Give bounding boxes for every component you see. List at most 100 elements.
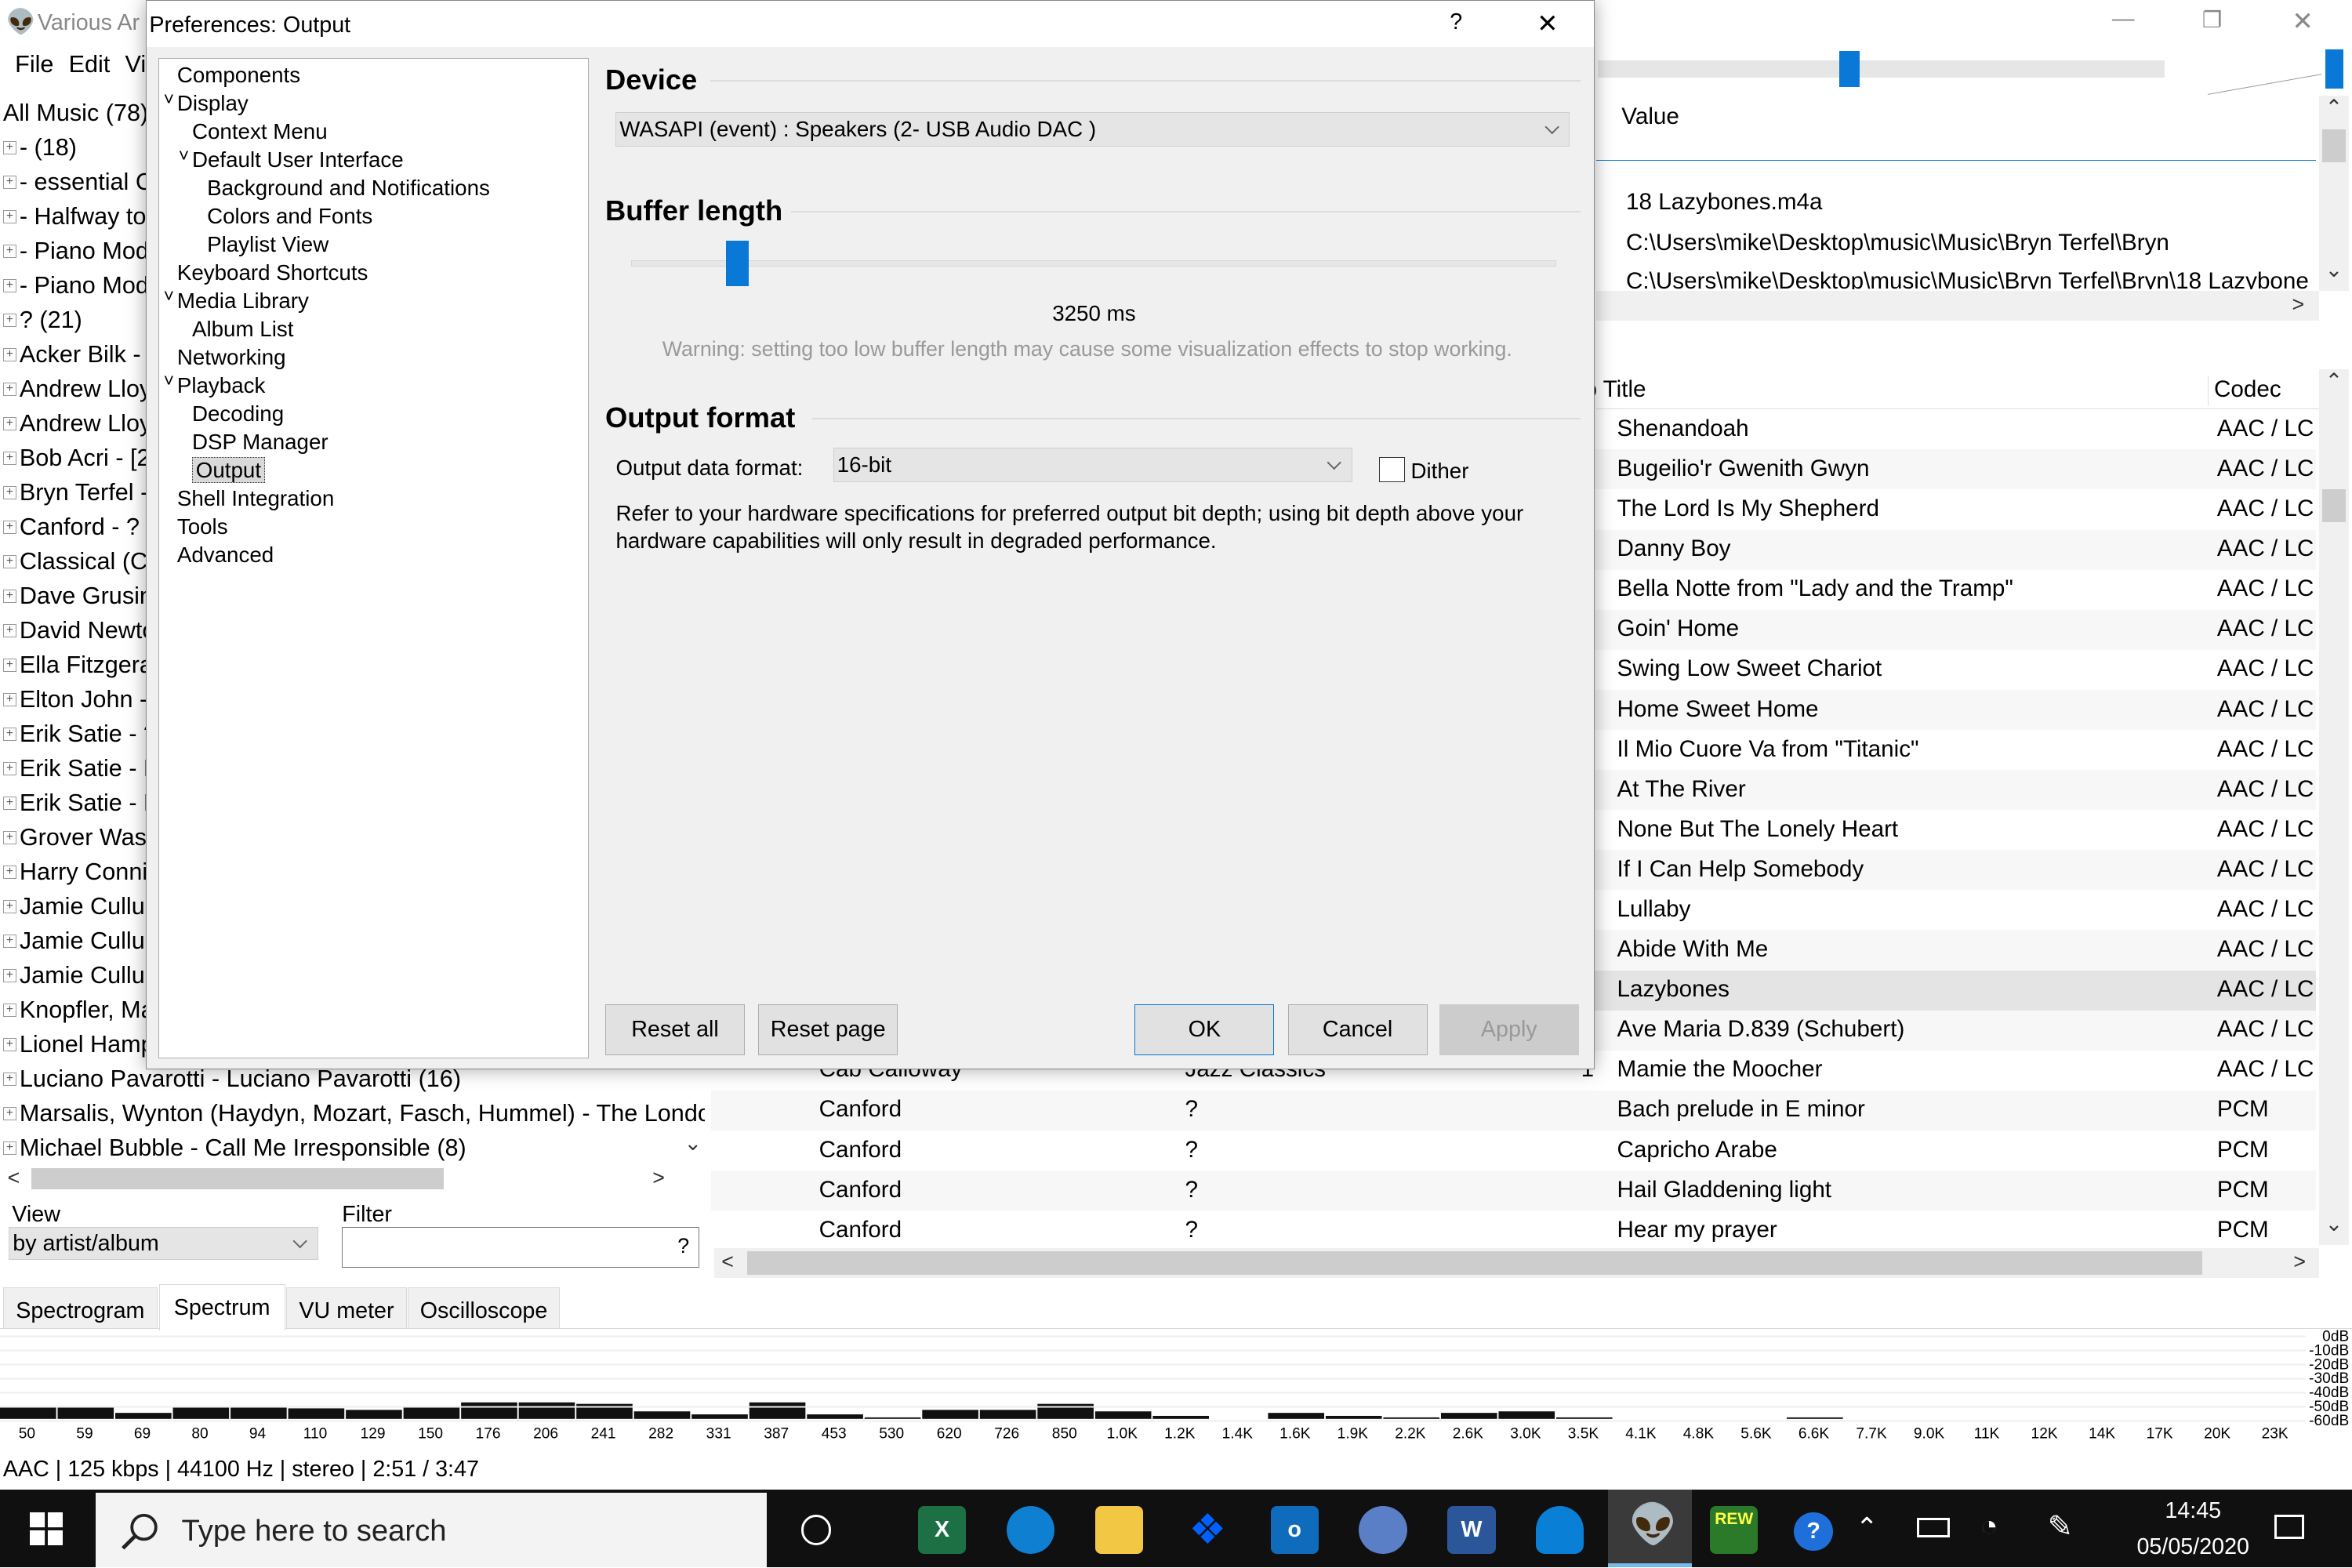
tree-item[interactable]: ˅ Media Library	[164, 285, 309, 314]
windows-start-icon[interactable]	[30, 1512, 64, 1545]
tree-item[interactable]: ˅ Playback	[164, 370, 266, 398]
library-hscroll[interactable]: < >	[8, 1166, 675, 1192]
value-column-header[interactable]: Value	[1621, 103, 1679, 130]
playlist-row[interactable]: Canford? Capricho Arabe PCM	[711, 1131, 2316, 1171]
outlook-icon[interactable]: o	[1270, 1505, 1319, 1555]
tree-item[interactable]: Shell Integration	[177, 486, 334, 511]
onedrive-icon[interactable]	[1536, 1505, 1584, 1555]
expand-icon[interactable]: +	[2, 1142, 17, 1156]
expand-icon[interactable]: +	[2, 693, 17, 707]
reset-page-button[interactable]: Reset page	[758, 1004, 898, 1056]
expand-icon[interactable]: +	[2, 348, 17, 362]
excel-icon[interactable]: X	[917, 1505, 967, 1555]
library-item[interactable]: + Jamie Cullun	[2, 890, 158, 924]
scroll-left-icon[interactable]: <	[8, 1166, 20, 1190]
expand-icon[interactable]: +	[2, 659, 17, 673]
expand-icon[interactable]: +	[2, 383, 17, 397]
expand-icon[interactable]: +	[2, 900, 17, 914]
library-item[interactable]: +? (21)	[2, 303, 82, 337]
buffer-slider-track[interactable]	[630, 260, 1557, 267]
library-item[interactable]: + Classical (Co	[2, 545, 161, 579]
expand-icon[interactable]: +	[2, 831, 17, 845]
scroll-up-icon[interactable]: ⌃	[2325, 369, 2343, 394]
expand-icon[interactable]: +	[2, 210, 17, 224]
tree-item[interactable]: Components	[177, 63, 300, 88]
expand-icon[interactable]: +	[2, 935, 17, 949]
expand-icon[interactable]: +	[2, 452, 17, 466]
seekbar[interactable]	[1597, 60, 2165, 78]
help-icon[interactable]: ?	[1794, 1512, 1834, 1552]
playlist-row[interactable]: Canford? Hail Gladdening light PCM	[710, 1170, 2317, 1211]
expand-icon[interactable]: +	[2, 969, 17, 983]
dither-checkbox[interactable]	[1379, 456, 1405, 483]
library-item[interactable]: + Dave Grusin	[2, 579, 153, 614]
pen-icon[interactable]: ✎	[2048, 1509, 2073, 1544]
properties-vscroll[interactable]: ⌃ ⌄	[2318, 96, 2350, 292]
expand-icon[interactable]: +	[2, 417, 17, 431]
tree-item[interactable]: Output	[191, 457, 265, 484]
tab-spectrogram[interactable]: Spectrogram	[2, 1287, 158, 1330]
library-item[interactable]: + Ella Fitzgeral	[2, 648, 158, 683]
scroll-thumb[interactable]	[31, 1168, 445, 1190]
scroll-thumb[interactable]	[2321, 488, 2347, 522]
ok-button[interactable]: OK	[1134, 1004, 1275, 1056]
scroll-left-icon[interactable]: <	[721, 1250, 734, 1274]
expand-icon[interactable]: +	[2, 797, 17, 811]
mail-icon[interactable]	[1359, 1505, 1407, 1555]
expand-icon[interactable]: ˅	[164, 89, 174, 110]
volume-thumb[interactable]	[2325, 49, 2343, 89]
taskbar-search-box[interactable]: Type here to search	[96, 1492, 767, 1568]
dropbox-icon[interactable]: ❖	[1184, 1506, 1232, 1554]
tab-spectrum[interactable]: Spectrum	[158, 1283, 285, 1331]
library-item[interactable]: + Andrew Lloy	[2, 372, 151, 406]
word-icon[interactable]: W	[1447, 1505, 1496, 1555]
chevron-up-icon[interactable]: ⌃	[1856, 1512, 1878, 1544]
expand-icon[interactable]: +	[2, 521, 17, 535]
menu-edit[interactable]: Edit	[69, 51, 111, 78]
codec-column-header[interactable]: Codec	[2214, 376, 2281, 403]
scroll-down-icon[interactable]: ⌄	[2325, 258, 2343, 282]
library-item[interactable]: + - essential C	[2, 165, 153, 199]
library-item[interactable]: + Marsalis, Wynton (Haydyn, Mozart, Fasch…	[2, 1097, 705, 1131]
scroll-thumb[interactable]	[2321, 129, 2347, 162]
scroll-thumb[interactable]	[746, 1250, 2202, 1276]
library-item[interactable]: + Michael Bubble - Call Me Irresponsible …	[2, 1131, 466, 1161]
library-item[interactable]: + Erik Satie - ?	[2, 717, 157, 752]
expand-icon[interactable]: +	[2, 866, 17, 880]
tab-vu-meter[interactable]: VU meter	[286, 1287, 407, 1330]
tree-item[interactable]: Album List	[192, 317, 293, 342]
scroll-right-icon[interactable]: >	[652, 1166, 665, 1190]
library-item[interactable]: + David Newto	[2, 614, 155, 648]
filter-input[interactable]: ?	[342, 1227, 699, 1268]
library-item[interactable]: + Andrew Lloy	[2, 406, 151, 441]
edge-icon[interactable]	[1006, 1505, 1055, 1555]
tree-item[interactable]: Decoding	[192, 401, 284, 426]
library-item[interactable]: + Jamie Cullun	[2, 959, 158, 993]
apply-button[interactable]: Apply	[1439, 1004, 1579, 1056]
library-item[interactable]: + Lionel Hamp	[2, 1028, 154, 1062]
tree-item[interactable]: Colors and Fonts	[207, 204, 372, 229]
menu-file[interactable]: File	[15, 51, 53, 78]
scroll-right-icon[interactable]: >	[2293, 1250, 2306, 1274]
tree-item[interactable]: Context Menu	[192, 119, 328, 144]
foobar-taskbar-button[interactable]: 👽	[1608, 1489, 1693, 1568]
volume-slider[interactable]	[2208, 49, 2322, 94]
library-item[interactable]: + Erik Satie - L	[2, 752, 157, 786]
library-item[interactable]: + Elton John -	[2, 683, 147, 717]
expand-icon[interactable]: +	[2, 555, 17, 569]
close-button[interactable]: ✕	[2292, 6, 2314, 36]
rew-icon[interactable]: REW	[1710, 1505, 1759, 1555]
expand-icon[interactable]: +	[2, 141, 17, 155]
expand-icon[interactable]: +	[2, 762, 17, 776]
cancel-button[interactable]: Cancel	[1287, 1004, 1428, 1056]
library-item[interactable]: + Erik Satie - L	[2, 786, 157, 821]
expand-icon[interactable]: +	[2, 1004, 17, 1018]
expand-icon[interactable]: ˅	[164, 285, 174, 307]
playlist-row[interactable]: Canford? Bach prelude in E minor PCM	[710, 1090, 2317, 1131]
tree-item[interactable]: DSP Manager	[192, 430, 328, 455]
expand-icon[interactable]: +	[2, 314, 17, 328]
buffer-slider-thumb[interactable]	[726, 241, 749, 286]
expand-icon[interactable]: +	[2, 176, 17, 190]
device-select[interactable]: WASAPI (event) : Speakers (2- USB Audio …	[615, 111, 1570, 147]
seekbar-thumb[interactable]	[1838, 51, 1860, 87]
